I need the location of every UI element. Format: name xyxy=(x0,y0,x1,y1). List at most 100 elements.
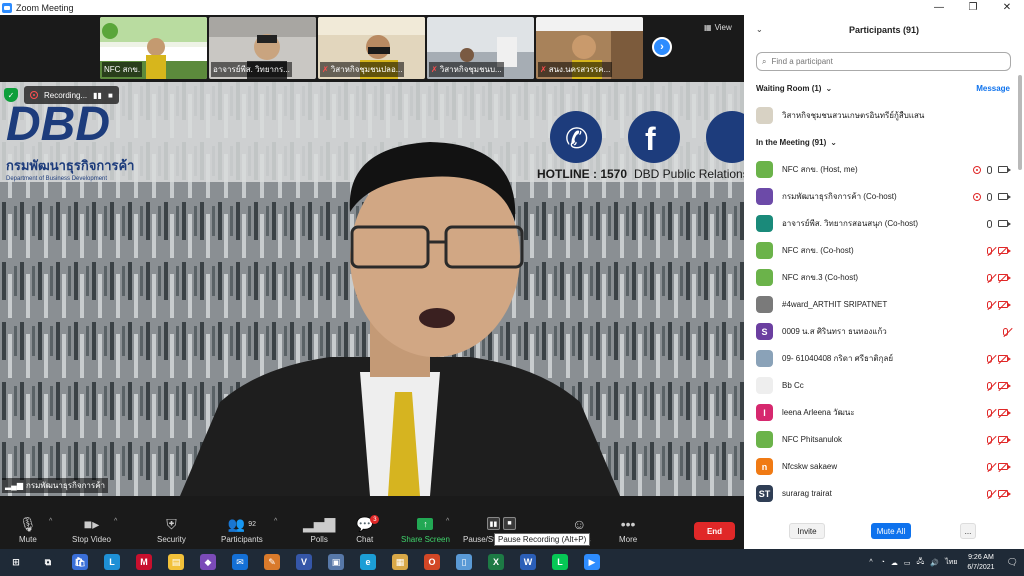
waiting-room-header[interactable]: Waiting Room (1) ⌄ xyxy=(756,84,832,93)
pause-stop-recording-button[interactable]: Pause/St xyxy=(463,535,495,544)
minimize-button[interactable]: — xyxy=(922,0,956,15)
search-input[interactable] xyxy=(771,57,992,66)
zoom-icon[interactable]: ▶ xyxy=(584,554,600,570)
end-meeting-button[interactable]: End xyxy=(694,522,735,540)
maximize-button[interactable]: ❐ xyxy=(956,0,990,15)
video-off-icon[interactable] xyxy=(998,274,1011,281)
stop-video-button[interactable]: ■▸ Stop Video xyxy=(72,513,111,545)
video-camera-icon[interactable] xyxy=(998,193,1011,200)
stop-recording-icon[interactable]: ■ xyxy=(108,91,113,100)
chat-button[interactable]: 💬 3 Chat xyxy=(356,513,380,544)
notifications-icon[interactable]: 🗨 xyxy=(1007,557,1018,568)
visio-icon[interactable]: V xyxy=(296,554,312,570)
file-explorer-icon[interactable]: ▤ xyxy=(168,554,184,570)
in-meeting-header[interactable]: In the Meeting (91) ⌄ xyxy=(756,138,837,147)
excel-icon[interactable]: X xyxy=(488,554,504,570)
waiting-participant-row[interactable]: วิสาหกิจชุมชนสวนเกษตรอินทรีย์กู้สืบแสน xyxy=(744,102,1014,129)
participant-row[interactable]: #4ward_ARTHIT SRIPATNET xyxy=(744,291,1014,318)
microphone-icon[interactable] xyxy=(987,165,992,174)
muted-mic-icon[interactable] xyxy=(987,273,992,282)
next-page-button[interactable]: › xyxy=(652,37,672,57)
participants-button[interactable]: 👥 92 Participants xyxy=(221,513,263,545)
mail-icon[interactable]: ✉ xyxy=(232,554,248,570)
video-off-icon[interactable] xyxy=(998,382,1011,389)
participant-row[interactable]: 09- 61040408 กริดา ศรีธาติกุลย์ xyxy=(744,345,1014,372)
cloud-icon[interactable]: ☁ xyxy=(891,559,898,567)
muted-mic-icon[interactable] xyxy=(987,435,992,444)
video-camera-icon[interactable] xyxy=(998,220,1011,227)
volume-icon[interactable]: 🔊 xyxy=(930,559,939,567)
pause-recording-icon[interactable]: ▮▮ xyxy=(93,91,102,100)
share-screen-button[interactable]: ↑ Share Screen xyxy=(401,513,450,544)
participant-row[interactable]: กรมพัฒนาธุรกิจการค้า (Co-host) xyxy=(744,183,1014,210)
video-thumbnail[interactable]: ✗ วิสาหกิจชุมชนปลอ... xyxy=(318,17,425,79)
participant-row[interactable]: NFC Phitsanulok xyxy=(744,426,1014,453)
microphone-icon[interactable] xyxy=(987,219,992,228)
muted-mic-icon[interactable] xyxy=(987,408,992,417)
video-off-icon[interactable] xyxy=(998,301,1011,308)
app-icon[interactable]: ▦ xyxy=(392,554,408,570)
participant-row[interactable]: n Nfcskw sakaew xyxy=(744,453,1014,480)
language-indicator[interactable]: ไทย xyxy=(945,557,957,568)
notepad-icon[interactable]: ▯ xyxy=(456,554,472,570)
video-options-caret[interactable]: ^ xyxy=(114,518,117,525)
microphone-icon[interactable] xyxy=(987,192,992,201)
message-link[interactable]: Message xyxy=(976,84,1010,93)
mute-all-button[interactable]: Mute All xyxy=(871,523,911,539)
collapse-chevron-icon[interactable]: ⌄ xyxy=(756,25,763,34)
participant-row[interactable]: อาจารย์พีส. วิทยากรสอนสนุก (Co-host) xyxy=(744,210,1014,237)
video-camera-icon[interactable] xyxy=(998,166,1011,173)
participant-row[interactable]: S 0009 น.ส ศิรินทรา ธนทองแก้ว xyxy=(744,318,1014,345)
participant-row[interactable]: ST surarag trairat xyxy=(744,480,1014,507)
muted-mic-icon[interactable] xyxy=(1003,327,1008,336)
edge-icon[interactable]: e xyxy=(360,554,376,570)
video-thumbnail[interactable]: ✗ วิสาหกิจชุมชนบ... xyxy=(427,17,534,79)
stop-icon[interactable]: ■ xyxy=(503,517,516,530)
office-icon[interactable]: O xyxy=(424,554,440,570)
task-view-icon[interactable]: ⧉ xyxy=(40,554,56,570)
more-options-button[interactable]: ... xyxy=(960,523,976,539)
muted-mic-icon[interactable] xyxy=(987,462,992,471)
video-off-icon[interactable] xyxy=(998,490,1011,497)
muted-mic-icon[interactable] xyxy=(987,246,992,255)
system-clock[interactable]: 9:26 AM 6/7/2021 xyxy=(967,553,994,573)
video-off-icon[interactable] xyxy=(998,436,1011,443)
video-off-icon[interactable] xyxy=(998,247,1011,254)
share-options-caret[interactable]: ^ xyxy=(446,518,449,525)
invite-button[interactable]: Invite xyxy=(789,523,825,539)
paint-icon[interactable]: ✎ xyxy=(264,554,280,570)
l-app-icon[interactable]: L xyxy=(104,554,120,570)
close-button[interactable]: ✕ xyxy=(990,0,1024,15)
muted-mic-icon[interactable] xyxy=(987,354,992,363)
video-off-icon[interactable] xyxy=(998,355,1011,362)
visual-studio-icon[interactable]: ◆ xyxy=(200,554,216,570)
pause-icon[interactable]: ▮▮ xyxy=(487,517,500,530)
muted-mic-icon[interactable] xyxy=(987,300,992,309)
video-thumbnail[interactable]: อาจารย์พีส. วิทยากร... xyxy=(209,17,316,79)
participant-row[interactable]: NFC สกข.3 (Co-host) xyxy=(744,264,1014,291)
mcafee-icon[interactable]: M xyxy=(136,554,152,570)
muted-mic-icon[interactable] xyxy=(987,489,992,498)
start-icon[interactable]: ⊞ xyxy=(8,554,24,570)
store-icon[interactable]: 🛍 xyxy=(72,554,88,570)
participant-row[interactable]: Bb Cc xyxy=(744,372,1014,399)
audio-options-caret[interactable]: ^ xyxy=(49,518,52,525)
video-thumbnail[interactable]: ✗ สนง.นครสวรรค... xyxy=(536,17,643,79)
participant-search[interactable]: ⌕ xyxy=(756,52,1011,71)
line-icon[interactable]: L xyxy=(552,554,568,570)
more-button[interactable]: ••• More xyxy=(619,513,637,544)
participant-row[interactable]: NFC สกข. (Co-host) xyxy=(744,237,1014,264)
video-off-icon[interactable] xyxy=(998,409,1011,416)
security-button[interactable]: ⛨ Security xyxy=(157,513,186,545)
battery-icon[interactable]: ▭ xyxy=(904,559,911,567)
video-thumbnail[interactable]: NFC สกข. xyxy=(100,17,207,79)
participant-row[interactable]: NFC สกข. (Host, me) xyxy=(744,156,1014,183)
muted-mic-icon[interactable] xyxy=(987,381,992,390)
polls-button[interactable]: ▂▅▇ Polls xyxy=(303,513,335,545)
show-hidden-icons-icon[interactable]: ^ xyxy=(869,559,872,566)
word-icon[interactable]: W xyxy=(520,554,536,570)
participant-row[interactable]: l leena Arleena วัฒนะ xyxy=(744,399,1014,426)
photos-icon[interactable]: ▣ xyxy=(328,554,344,570)
participants-options-caret[interactable]: ^ xyxy=(274,518,277,525)
mute-button[interactable]: 🎙 Mute xyxy=(19,513,37,545)
